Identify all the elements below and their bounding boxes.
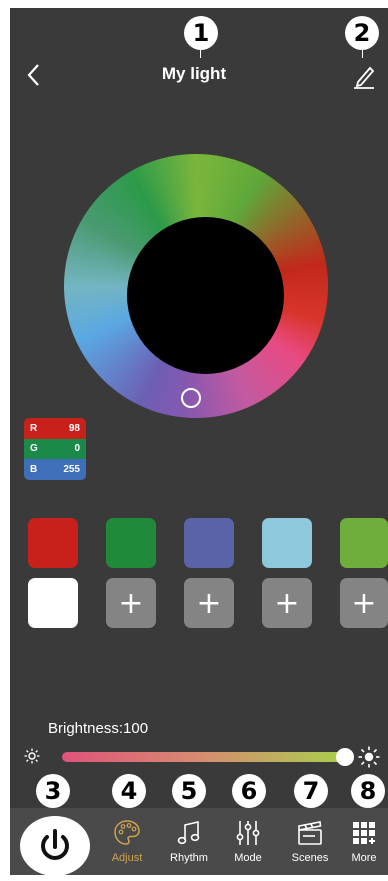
color-swatch-red[interactable] [28, 518, 78, 568]
page-title: My light [161, 64, 227, 83]
add-color-button[interactable]: + [106, 578, 156, 628]
callout-marker-3: 3 [36, 774, 70, 808]
green-channel-label: G [30, 443, 38, 455]
callout-marker-6: 6 [232, 774, 266, 808]
color-picker-handle[interactable] [181, 388, 201, 408]
color-preview-center [127, 217, 284, 374]
color-swatch-lime[interactable] [340, 518, 388, 568]
sliders-icon [236, 821, 260, 845]
grid-plus-icon [353, 822, 375, 844]
tab-rhythm-label: Rhythm [170, 852, 208, 864]
brightness-slider[interactable] [62, 752, 348, 762]
color-swatch-purple[interactable] [184, 518, 234, 568]
callout-marker-5: 5 [172, 774, 206, 808]
tab-adjust[interactable]: Adjust [99, 818, 155, 872]
power-button[interactable] [20, 816, 90, 876]
power-icon [41, 829, 69, 860]
music-note-icon [177, 820, 200, 845]
blue-channel-row: B 255 [24, 459, 86, 480]
red-channel-row: R 98 [24, 418, 86, 439]
callout-line [362, 50, 363, 58]
clapperboard-icon [298, 821, 322, 845]
edit-pencil-icon [354, 66, 375, 89]
callout-marker-4: 4 [112, 774, 146, 808]
red-channel-value: 98 [68, 422, 80, 434]
callout-line [200, 50, 201, 58]
edit-button[interactable] [352, 62, 378, 90]
brightness-label: Brightness:100 [48, 720, 149, 737]
tab-scenes-label: Scenes [291, 852, 329, 864]
blue-channel-value: 255 [63, 464, 80, 476]
add-color-button[interactable]: + [262, 578, 312, 628]
sun-icon [24, 748, 40, 764]
sun-icon [358, 746, 380, 768]
green-channel-value: 0 [74, 443, 80, 455]
rgb-readout: R 98 G 0 B 255 [24, 418, 86, 480]
tab-more[interactable]: More [340, 818, 388, 872]
tab-mode[interactable]: Mode [220, 818, 276, 872]
add-color-button[interactable]: + [184, 578, 234, 628]
green-channel-row: G 0 [24, 438, 86, 460]
tab-mode-label: Mode [234, 852, 262, 864]
tab-more-label: More [351, 852, 377, 864]
add-color-button[interactable]: + [340, 578, 388, 628]
color-swatch-white[interactable] [28, 578, 78, 628]
blue-channel-label: B [30, 464, 38, 476]
color-swatch-light-blue[interactable] [262, 518, 312, 568]
callout-marker-1: 1 [184, 16, 218, 50]
color-swatch-green[interactable] [106, 518, 156, 568]
tab-adjust-label: Adjust [111, 852, 143, 864]
brightness-slider-handle[interactable] [336, 748, 354, 766]
tab-rhythm[interactable]: Rhythm [161, 818, 217, 872]
red-channel-label: R [30, 422, 38, 434]
callout-marker-2: 2 [345, 16, 379, 50]
tab-scenes[interactable]: Scenes [282, 818, 338, 872]
callout-marker-7: 7 [294, 774, 328, 808]
palette-icon [114, 820, 140, 845]
callout-marker-8: 8 [351, 774, 385, 808]
